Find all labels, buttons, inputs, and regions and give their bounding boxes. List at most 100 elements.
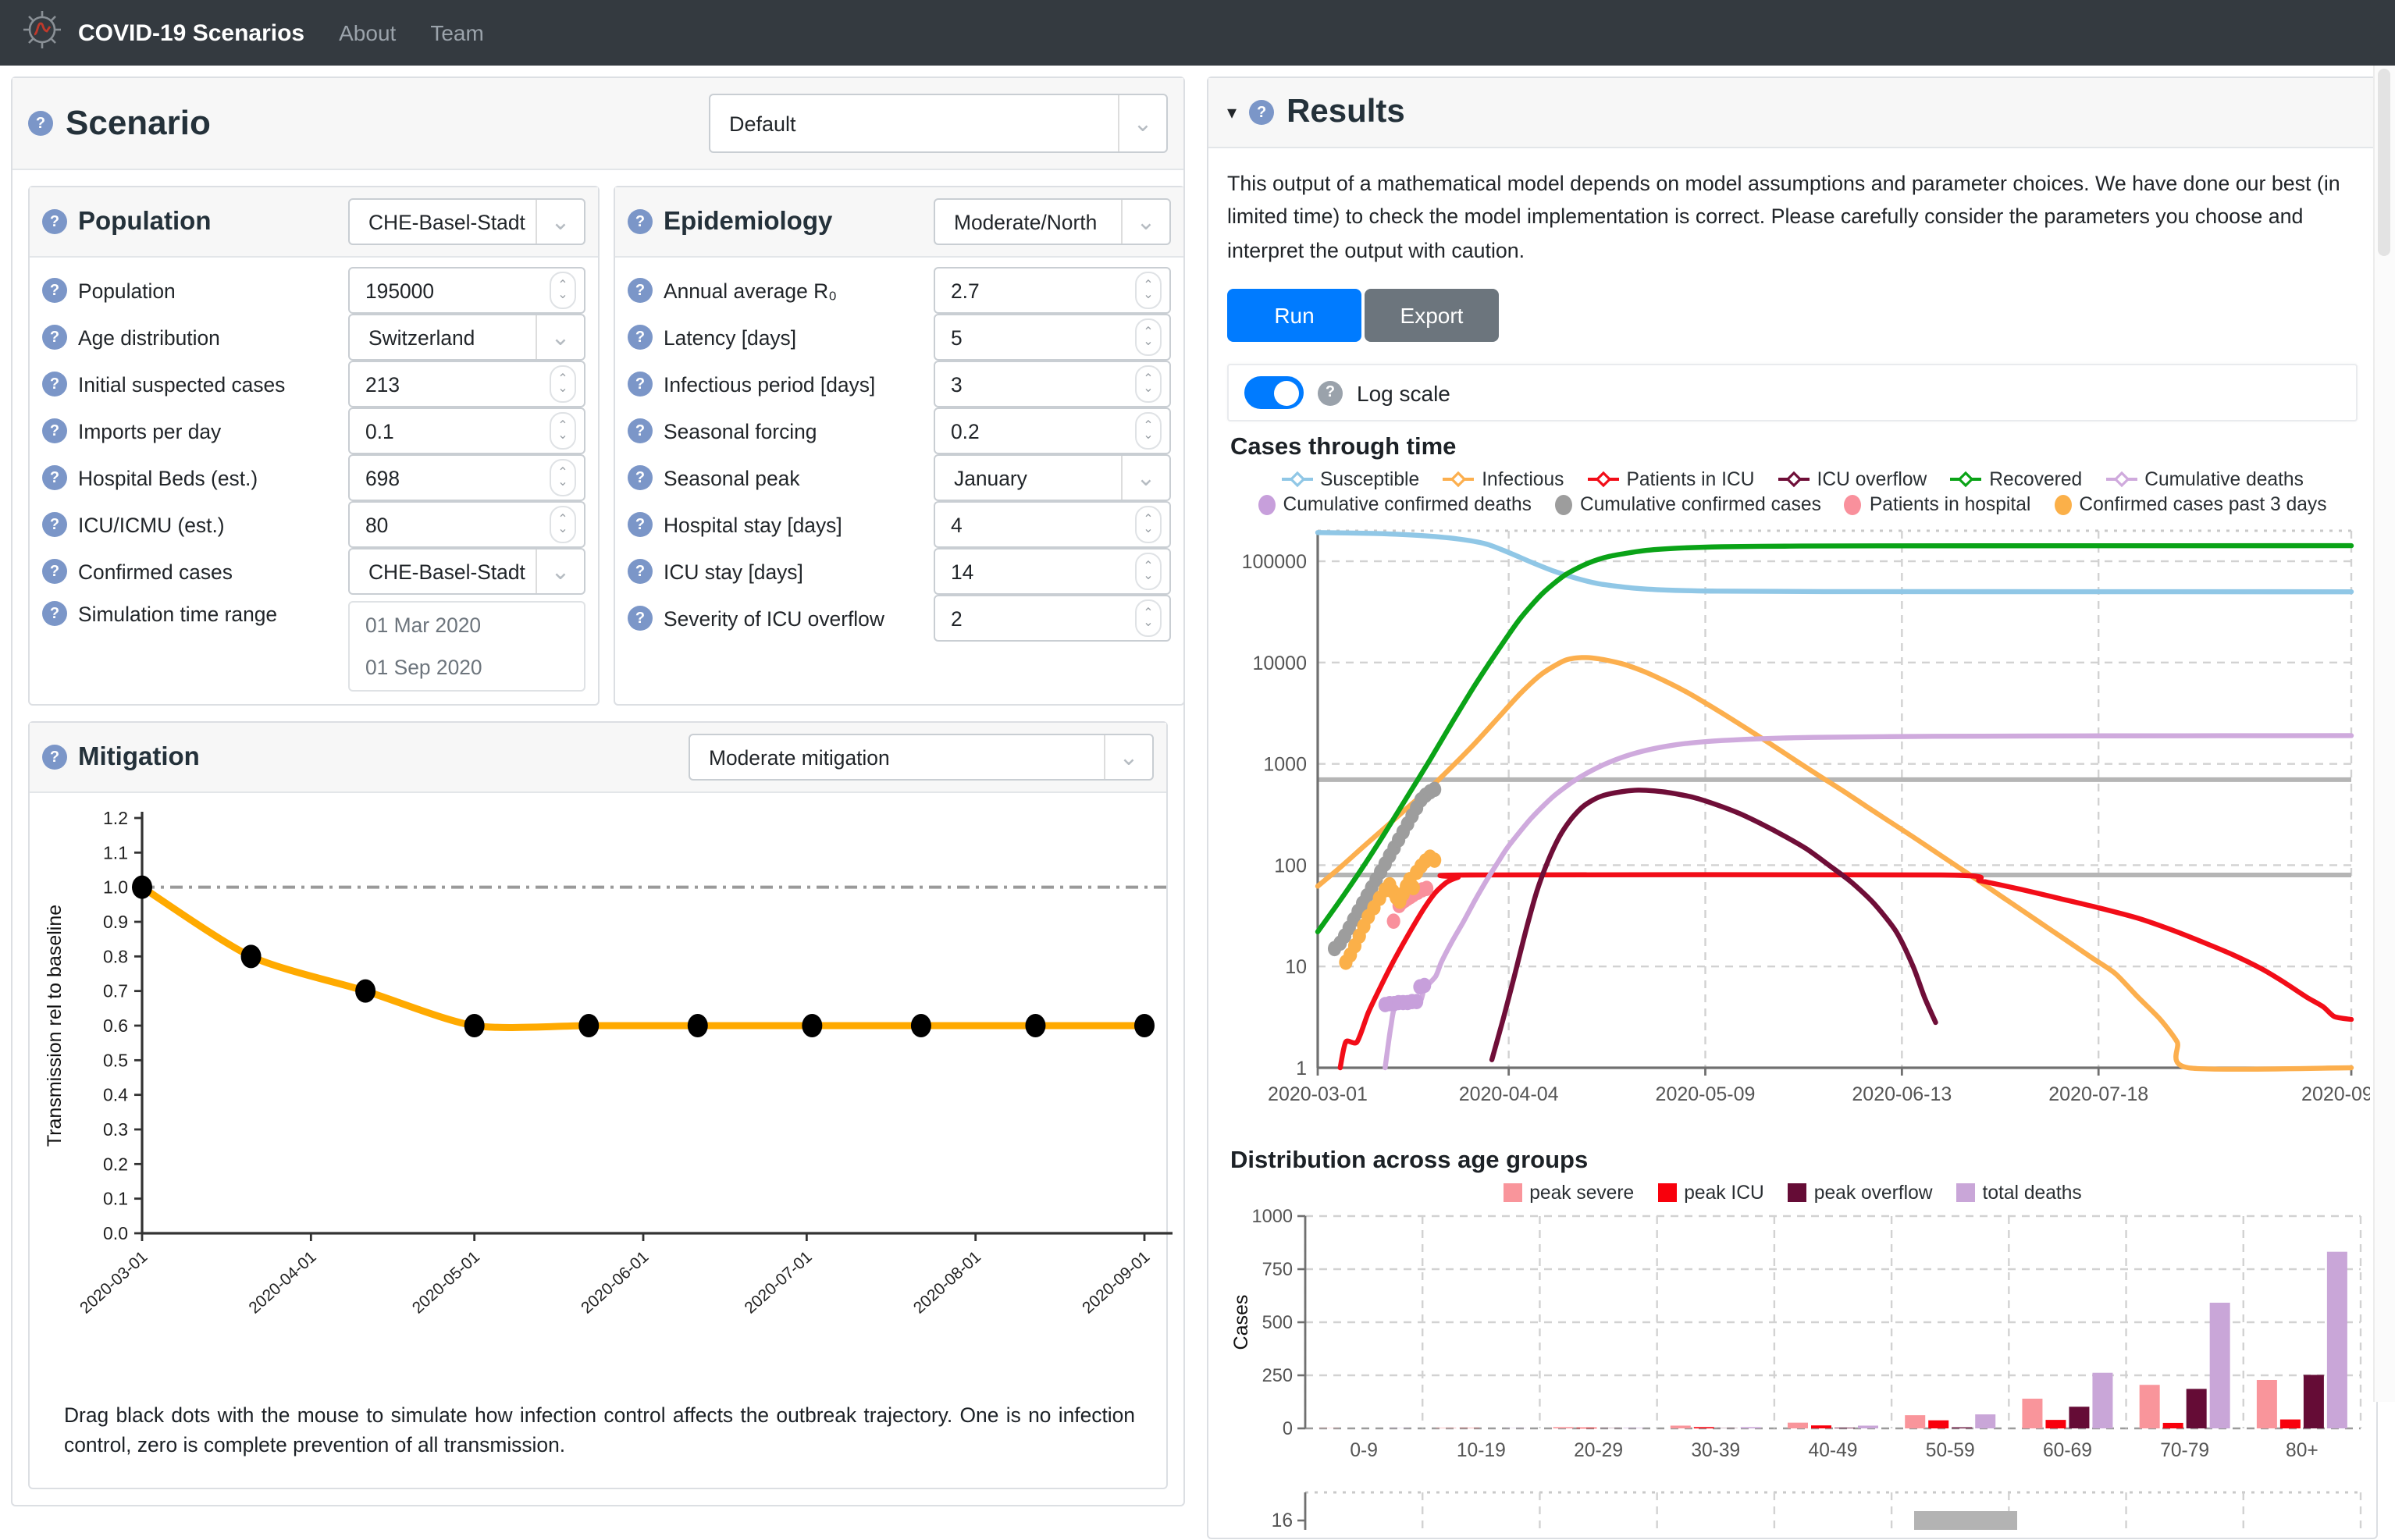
help-icon[interactable]: ? <box>42 512 67 537</box>
number-input[interactable]: 4⌃⌄ <box>934 501 1171 548</box>
svg-text:0.3: 0.3 <box>103 1119 128 1140</box>
help-icon[interactable]: ? <box>42 745 67 770</box>
field-value: January <box>935 466 1121 489</box>
help-icon[interactable]: ? <box>628 606 653 631</box>
number-input[interactable]: 14⌃⌄ <box>934 548 1171 595</box>
run-button[interactable]: Run <box>1227 290 1361 343</box>
mitigation-drag-dot[interactable] <box>355 980 375 1003</box>
svg-text:10-19: 10-19 <box>1457 1441 1506 1462</box>
spinner-icon[interactable]: ⌃⌄ <box>1135 412 1162 450</box>
collapse-caret-icon[interactable]: ▾ <box>1227 101 1237 123</box>
field-value: 80 <box>350 513 550 536</box>
number-input[interactable]: 2.7⌃⌄ <box>934 267 1171 314</box>
field-label: Initial suspected cases <box>78 372 285 396</box>
mitigation-preset-select[interactable]: Moderate mitigation ⌄ <box>689 734 1154 781</box>
population-row: ?Simulation time range01 Mar 202001 Sep … <box>42 595 585 692</box>
spinner-icon[interactable]: ⌃⌄ <box>550 506 576 543</box>
chevron-down-icon: ⌄ <box>1121 456 1169 500</box>
log-scale-toggle[interactable] <box>1244 377 1304 410</box>
virus-logo-icon <box>22 9 62 56</box>
mitigation-drag-dot[interactable] <box>578 1014 599 1037</box>
help-icon[interactable]: ? <box>1318 381 1343 406</box>
spinner-icon[interactable]: ⌃⌄ <box>1135 506 1162 543</box>
date-start[interactable]: 01 Mar 2020 <box>365 614 568 637</box>
population-preset-select[interactable]: CHE-Basel-Stadt ⌄ <box>348 198 585 245</box>
help-icon[interactable]: ? <box>628 372 653 397</box>
legend-item: peak ICU <box>1657 1183 1764 1204</box>
nav-link-about[interactable]: About <box>339 20 396 45</box>
series-patients-in-icu <box>1340 875 2351 1069</box>
help-icon[interactable]: ? <box>42 278 67 303</box>
date-range-input[interactable]: 01 Mar 2020 01 Sep 2020 <box>348 601 585 692</box>
export-button[interactable]: Export <box>1365 290 1499 343</box>
legend-item: Susceptible <box>1281 469 1419 491</box>
number-input[interactable]: 5⌃⌄ <box>934 314 1171 361</box>
population-row: ?ICU/ICMU (est.)80⌃⌄ <box>42 501 585 548</box>
field-label: Annual average R₀ <box>664 279 837 302</box>
svg-text:2020-06-13: 2020-06-13 <box>1852 1084 1952 1106</box>
svg-text:2020-05-01: 2020-05-01 <box>409 1248 483 1318</box>
mitigation-drag-dot[interactable] <box>802 1014 822 1037</box>
help-icon[interactable]: ? <box>42 465 67 490</box>
chevron-down-icon: ⌄ <box>1118 95 1166 151</box>
help-icon[interactable]: ? <box>628 465 653 490</box>
help-icon[interactable]: ? <box>628 325 653 350</box>
field-label: Hospital stay [days] <box>664 513 842 536</box>
cases-chart-title: Cases through time <box>1230 435 2358 463</box>
mitigation-drag-dot[interactable] <box>1134 1014 1155 1037</box>
spinner-icon[interactable]: ⌃⌄ <box>550 365 576 403</box>
number-input[interactable]: 195000⌃⌄ <box>348 267 585 314</box>
mitigation-drag-dot[interactable] <box>132 876 152 899</box>
spinner-icon[interactable]: ⌃⌄ <box>1135 318 1162 356</box>
number-input[interactable]: 213⌃⌄ <box>348 361 585 407</box>
mitigation-drag-dot[interactable] <box>241 944 262 968</box>
select-input[interactable]: January⌄ <box>934 454 1171 501</box>
brand[interactable]: COVID-19 Scenarios <box>22 9 304 56</box>
spinner-icon[interactable]: ⌃⌄ <box>550 272 576 309</box>
results-card: ▾ ? Results This output of a mathematica… <box>1207 76 2378 1540</box>
help-icon[interactable]: ? <box>42 559 67 584</box>
population-form: ?Population195000⌃⌄?Age distributionSwit… <box>30 258 598 704</box>
series-infectious <box>1318 658 2351 1069</box>
help-icon[interactable]: ? <box>628 209 653 234</box>
spinner-icon[interactable]: ⌃⌄ <box>1135 272 1162 309</box>
number-input[interactable]: 698⌃⌄ <box>348 454 585 501</box>
help-icon[interactable]: ? <box>42 372 67 397</box>
help-icon[interactable]: ? <box>42 325 67 350</box>
nav-link-team[interactable]: Team <box>430 20 483 45</box>
help-icon[interactable]: ? <box>628 512 653 537</box>
help-icon[interactable]: ? <box>42 209 67 234</box>
help-icon[interactable]: ? <box>628 559 653 584</box>
help-icon[interactable]: ? <box>28 111 53 136</box>
help-icon[interactable]: ? <box>1249 100 1274 125</box>
spinner-icon[interactable]: ⌃⌄ <box>1135 365 1162 403</box>
mitigation-drag-dot[interactable] <box>911 1014 931 1037</box>
spinner-icon[interactable]: ⌃⌄ <box>550 459 576 496</box>
epidemiology-preset-select[interactable]: Moderate/North ⌄ <box>934 198 1171 245</box>
help-icon[interactable]: ? <box>42 601 67 626</box>
svg-text:60-69: 60-69 <box>2043 1441 2092 1462</box>
number-input[interactable]: 80⌃⌄ <box>348 501 585 548</box>
help-icon[interactable]: ? <box>628 278 653 303</box>
field-label: Severity of ICU overflow <box>664 606 884 630</box>
mitigation-drag-dot[interactable] <box>688 1014 708 1037</box>
scrollbar[interactable] <box>2373 66 2395 1402</box>
number-input[interactable]: 3⌃⌄ <box>934 361 1171 407</box>
spinner-icon[interactable]: ⌃⌄ <box>1135 599 1162 637</box>
spinner-icon[interactable]: ⌃⌄ <box>1135 553 1162 590</box>
mitigation-drag-dot[interactable] <box>464 1014 485 1037</box>
age-legend: peak severepeak ICUpeak overflowtotal de… <box>1227 1183 2358 1204</box>
spinner-icon[interactable]: ⌃⌄ <box>550 412 576 450</box>
help-icon[interactable]: ? <box>42 418 67 443</box>
number-input[interactable]: 0.1⌃⌄ <box>348 407 585 454</box>
date-end[interactable]: 01 Sep 2020 <box>365 656 568 679</box>
help-icon[interactable]: ? <box>628 418 653 443</box>
select-input[interactable]: CHE-Basel-Stadt⌄ <box>348 548 585 595</box>
number-input[interactable]: 2⌃⌄ <box>934 595 1171 642</box>
mitigation-drag-dot[interactable] <box>1025 1014 1045 1037</box>
cases-legend-scatter: Cumulative confirmed deathsCumulative co… <box>1227 494 2358 516</box>
select-input[interactable]: Switzerland⌄ <box>348 314 585 361</box>
number-input[interactable]: 0.2⌃⌄ <box>934 407 1171 454</box>
scenario-preset-select[interactable]: Default ⌄ <box>709 94 1168 153</box>
partial-next-chart: 16 <box>1227 1484 2358 1538</box>
